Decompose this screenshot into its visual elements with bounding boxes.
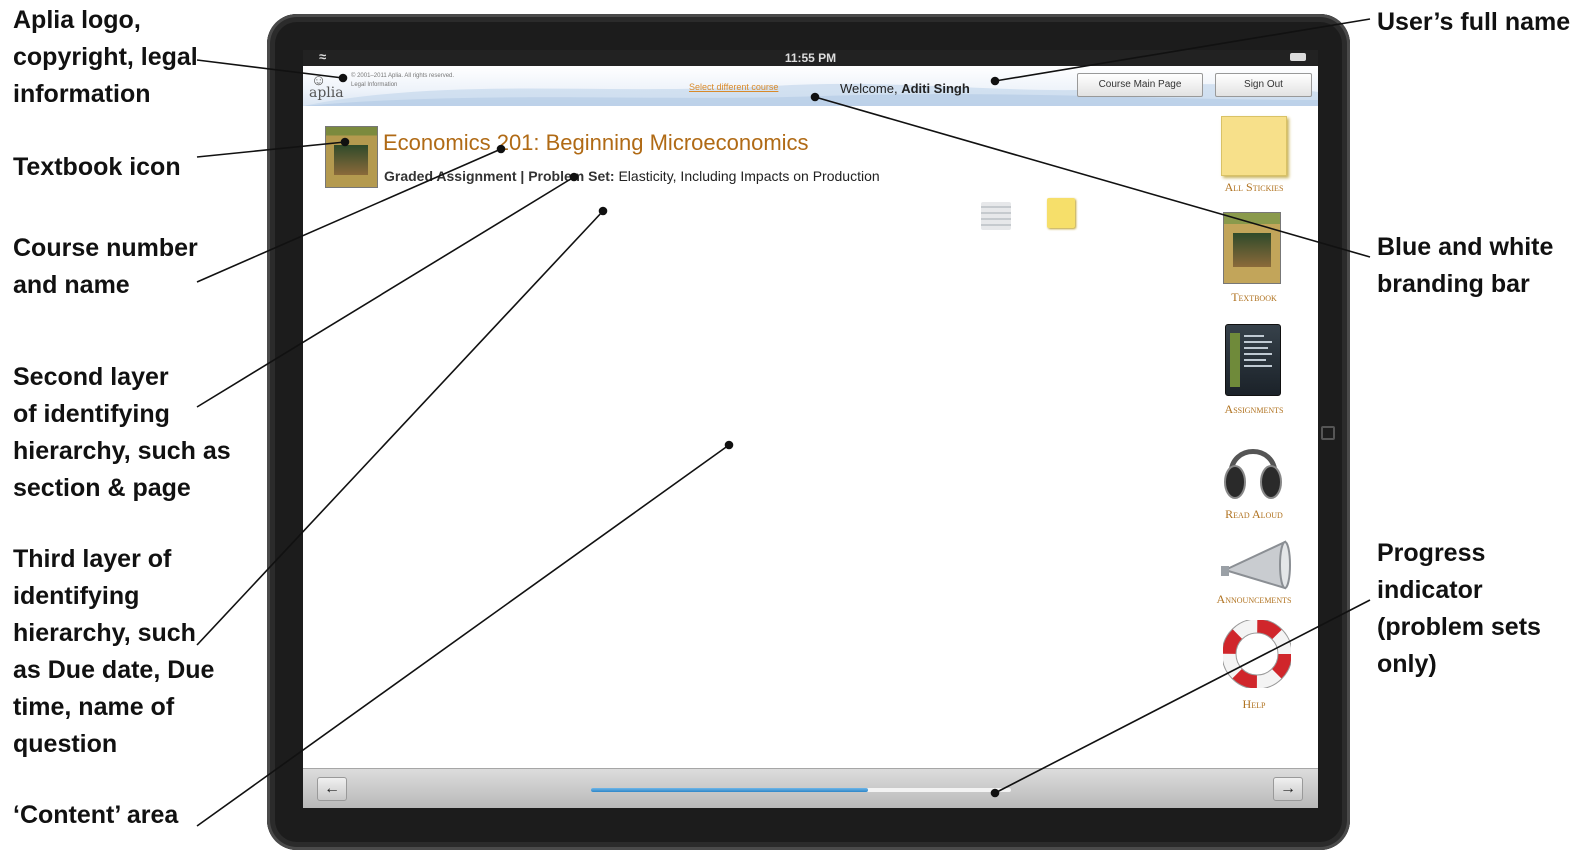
annotation-logo: Aplia logo, copyright, legal information [13,2,198,113]
annotation-line: and name [13,271,130,299]
megaphone-icon [1221,540,1291,590]
headphones-icon [1224,449,1282,499]
textbook-icon [1223,212,1281,284]
annotation-line: of identifying [13,400,170,428]
annotation-line: hierarchy, such as [13,437,231,465]
app-screen: ≈ 11:55 PM ☺ aplia © 2001–2011 Aplia. Al… [303,50,1318,808]
annotation-line: Second layer [13,363,169,391]
annotation-line: Third layer of [13,545,172,573]
annotation-branding-bar: Blue and white branding bar [1377,229,1553,303]
legal-info-link[interactable]: Legal Information [351,81,454,90]
add-sticky-icon[interactable] [1047,198,1075,228]
clock: 11:55 PM [784,51,837,65]
course-title: Economics 201: Beginning Microeconomics [383,130,809,155]
sidebar-label[interactable]: Announcements [1191,592,1317,607]
course-main-page-button[interactable]: Course Main Page [1077,73,1203,97]
annotation-line: hierarchy, such [13,619,196,647]
annotation-line: as Due date, Due [13,656,215,684]
annotation-line: time, name of [13,693,175,721]
annotation-line: only) [1377,650,1437,678]
annotation-line: copyright, legal [13,43,198,71]
annotation-course-name: Course number and name [13,230,198,304]
copyright-legal: © 2001–2011 Aplia. All rights reserved. … [351,72,454,90]
sidebar-label[interactable]: Textbook [1191,290,1317,305]
annotation-third-layer: Third layer of identifying hierarchy, su… [13,541,214,763]
annotation-line: identifying [13,582,140,610]
textbook-icon[interactable] [325,126,378,188]
home-button-icon [1321,426,1335,440]
aplia-logo-text: aplia [309,85,344,101]
sidebar-label[interactable]: Assignments [1191,402,1317,417]
sign-out-button[interactable]: Sign Out [1215,73,1312,97]
annotation-line: User’s full name [1377,8,1571,36]
annotation-line: information [13,80,151,108]
annotation-line: ‘Content’ area [13,801,179,829]
sidebar-label[interactable]: Read Aloud [1191,507,1317,522]
welcome-message: Welcome, Aditi Singh [840,81,970,96]
branding-bar: ☺ aplia © 2001–2011 Aplia. All rights re… [303,66,1318,106]
annotation-line: (problem sets [1377,613,1541,641]
annotation-user-name: User’s full name [1377,4,1570,41]
annotation-line: Progress [1377,539,1486,567]
progress-indicator [591,788,1011,792]
annotation-line: indicator [1377,576,1483,604]
annotation-line: Blue and white [1377,233,1554,261]
user-full-name: Aditi Singh [901,81,970,96]
progress-fill [591,788,869,792]
annotation-textbook-icon: Textbook icon [13,149,181,186]
sidebar: All Stickies Textbook Assignments Read A… [1191,110,1317,720]
assignments-list-graphic [1230,333,1272,387]
lifebuoy-icon [1223,620,1291,688]
sidebar-label[interactable]: All Stickies [1191,180,1317,195]
annotation-second-layer: Second layer of identifying hierarchy, s… [13,359,231,507]
assignment-subtitle: Graded Assignment | Problem Set: Elastic… [384,168,880,184]
copyright-text: © 2001–2011 Aplia. All rights reserved. [351,73,455,79]
status-bar: ≈ 11:55 PM [303,50,1318,66]
annotation-line: section & page [13,474,191,502]
annotation-line: Course number [13,234,198,262]
annotation-line: Aplia logo, [13,6,141,34]
annotation-line: branding bar [1377,270,1530,298]
sticky-note-icon [1221,116,1287,176]
bottom-navigation-bar: ← → [303,768,1318,808]
assignment-label: Graded Assignment | Problem Set: [384,168,615,184]
annotation-line: question [13,730,118,758]
next-arrow-icon[interactable]: → [1273,777,1303,801]
battery-icon [1290,53,1306,61]
annotation-progress: Progress indicator (problem sets only) [1377,535,1541,683]
welcome-prefix: Welcome, [840,81,898,96]
annotation-content-area: ‘Content’ area [13,797,178,834]
document-icon[interactable] [981,202,1011,230]
assignments-icon [1225,324,1281,396]
aplia-logo[interactable]: ☺ aplia [309,72,349,104]
assignment-name: Elasticity, Including Impacts on Product… [618,168,880,184]
sidebar-label[interactable]: Help [1191,697,1317,712]
annotation-line: Textbook icon [13,153,181,181]
select-course-link[interactable]: Select different course [689,82,778,92]
previous-arrow-icon[interactable]: ← [317,777,347,801]
